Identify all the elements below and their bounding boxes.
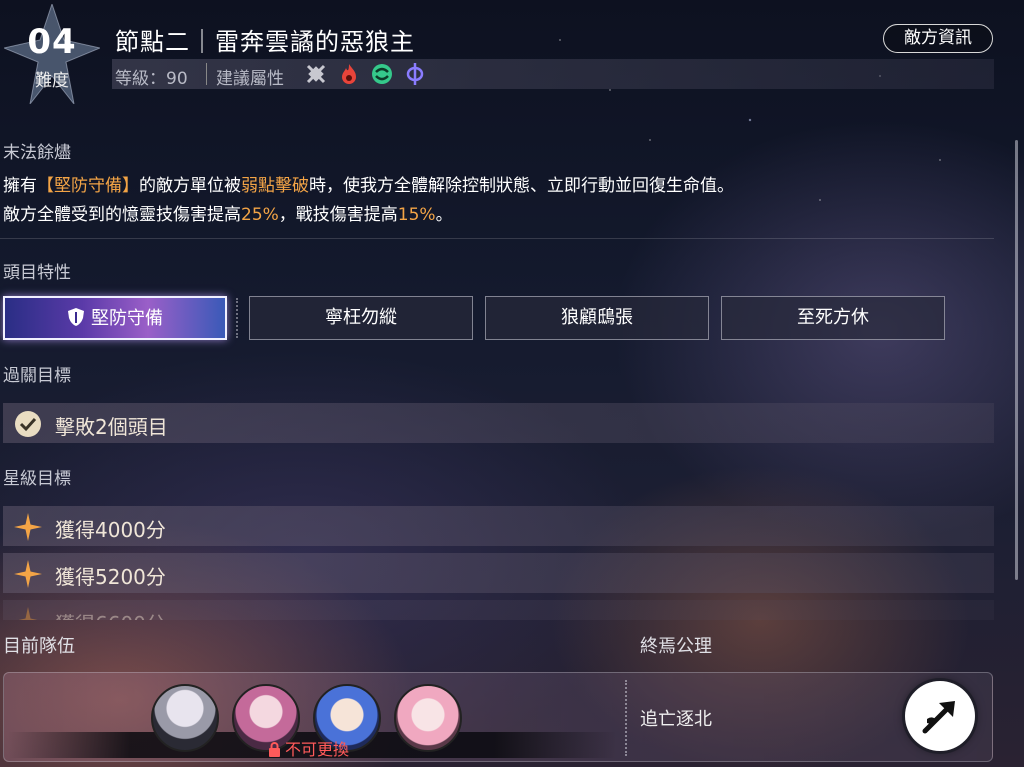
shield-icon (67, 301, 85, 342)
path-button[interactable] (905, 681, 975, 751)
clear-goal-row: 擊敗2個頭目 (3, 403, 994, 443)
boss-trait-tab-3[interactable]: 狼顧鴟張 (485, 296, 709, 340)
star-goal-text: 獲得6600分 (55, 608, 166, 620)
team-title: 目前隊伍 (3, 636, 75, 657)
wind-element-icon (370, 62, 394, 86)
section-divider (0, 238, 994, 239)
difficulty-number: 04 (27, 22, 77, 62)
star-icon (13, 559, 43, 589)
boss-trait-tab-4[interactable]: 至死方休 (721, 296, 945, 340)
node-title: 節點二｜雷奔雲譎的惡狼主 (115, 28, 415, 56)
scrollbar[interactable] (1015, 140, 1018, 580)
team-member-avatar-1[interactable] (151, 684, 219, 752)
path-title: 終焉公理 (640, 636, 712, 657)
difficulty-badge: 04 難度 (4, 4, 100, 104)
star-goal-row: 獲得5200分 (3, 553, 994, 593)
imaginary-element-icon (403, 62, 427, 86)
blessing-description: 擁有【堅防守備】的敵方單位被弱點擊破時，使我方全體解除控制狀態、立即行動並回復生… (3, 172, 903, 230)
clear-goal-text: 擊敗2個頭目 (55, 415, 168, 439)
boss-trait-tab-1[interactable]: 堅防守備 (3, 296, 227, 340)
check-icon (13, 409, 43, 439)
panel-separator (625, 680, 627, 756)
star-icon (13, 512, 43, 542)
enemy-level: 等級：90 (115, 69, 188, 89)
blessing-title: 末法餘燼 (3, 143, 71, 163)
divider (206, 63, 207, 85)
hunt-path-icon (922, 701, 955, 734)
lock-label: 不可更換 (268, 736, 349, 761)
suggested-elements (304, 62, 427, 86)
enemy-info-button[interactable]: 敵方資訊 (883, 24, 993, 53)
star-goal-text: 獲得4000分 (55, 518, 166, 542)
info-bar: 等級：90 建議屬性 (112, 59, 994, 89)
physical-element-icon (304, 62, 328, 86)
blessing-line-2: 敵方全體受到的憶靈技傷害提高25%，戰技傷害提高15%。 (3, 205, 453, 225)
lock-icon (268, 742, 281, 761)
boss-trait-tab-2[interactable]: 寧枉勿縱 (249, 296, 473, 340)
star-icon (13, 606, 43, 620)
suggested-elements-label: 建議屬性 (216, 69, 284, 89)
star-goal-text: 獲得5200分 (55, 565, 166, 589)
path-name: 追亡逐北 (640, 709, 712, 730)
star-goals-title: 星級目標 (3, 469, 71, 489)
team-member-avatar-4[interactable] (394, 684, 462, 752)
trait-separator (236, 298, 238, 338)
star-goal-row: 獲得4000分 (3, 506, 994, 546)
clear-goal-title: 過關目標 (3, 366, 71, 386)
fire-element-icon (337, 62, 361, 86)
blessing-line-1: 擁有【堅防守備】的敵方單位被弱點擊破時，使我方全體解除控制狀態、立即行動並回復生… (3, 176, 734, 196)
background-stars (0, 0, 1024, 767)
boss-traits-title: 頭目特性 (3, 263, 71, 283)
difficulty-label: 難度 (35, 71, 69, 91)
star-goal-row: 獲得6600分 (3, 600, 994, 620)
